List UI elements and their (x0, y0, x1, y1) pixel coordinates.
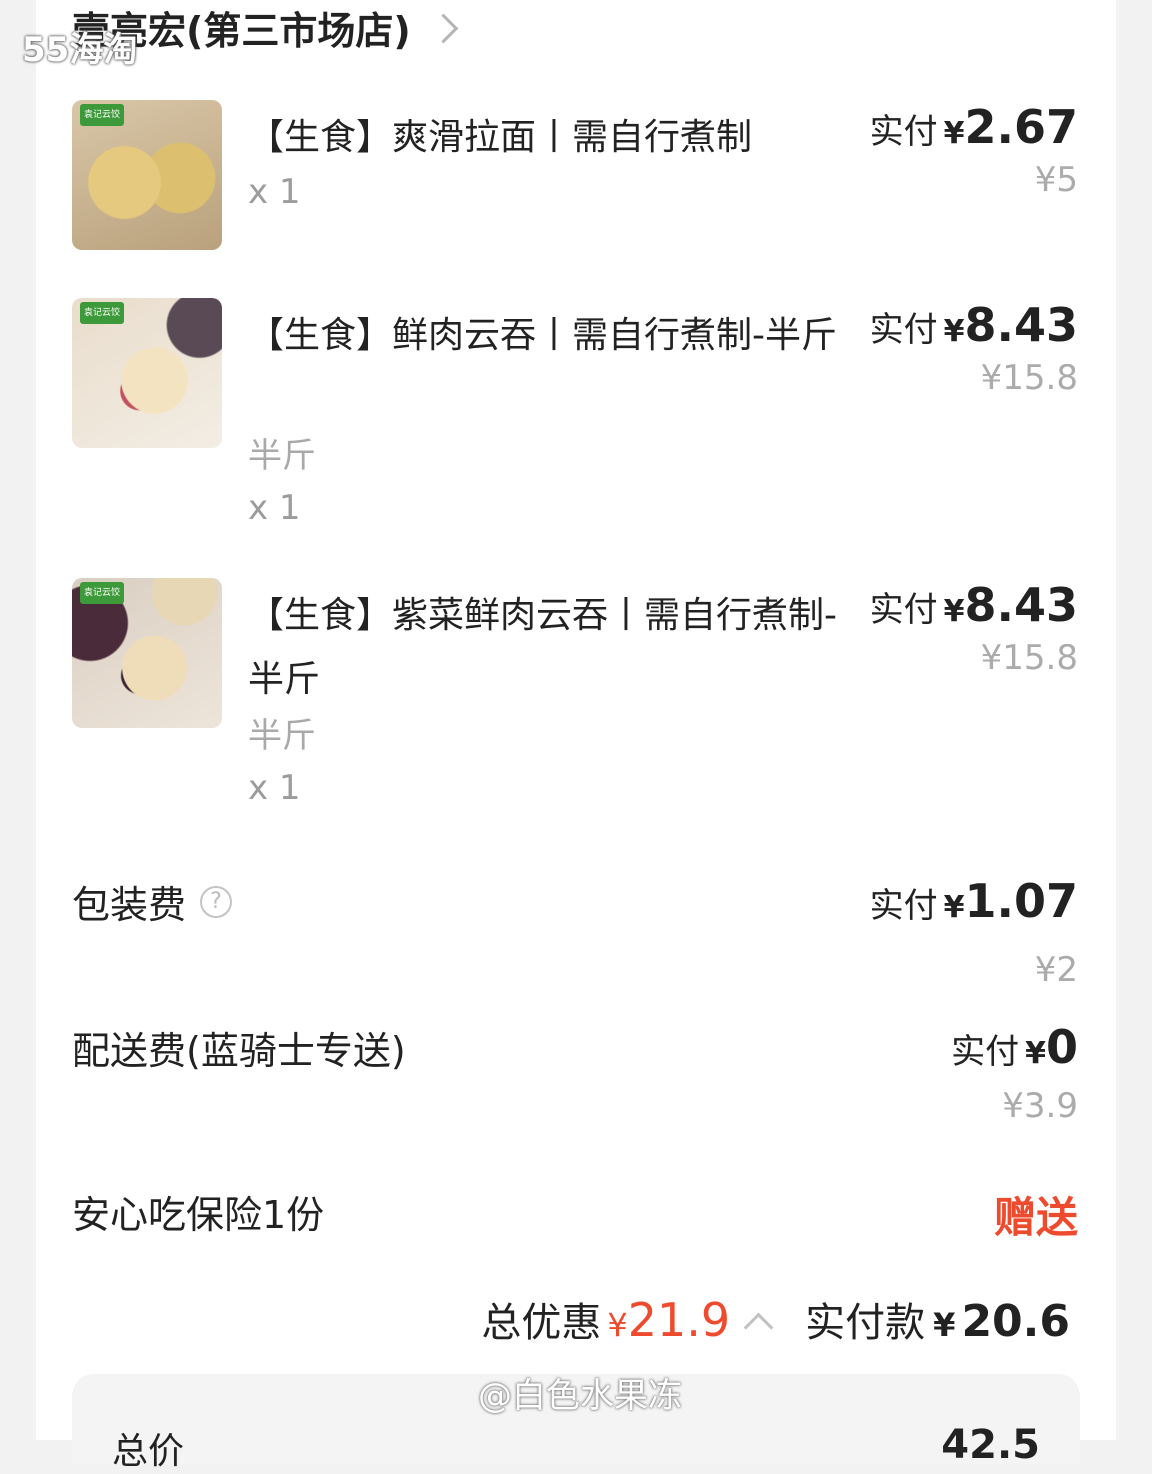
product-image-noodle: 袁记云饺 (72, 100, 222, 250)
pay-line: 实付 ¥8.43 (870, 298, 1078, 352)
product-image-seaweed-wonton: 袁记云饺 (72, 578, 222, 728)
total-label: 实付款 (805, 1300, 926, 1346)
brand-tag: 袁记云饺 (80, 104, 124, 126)
total-yen: ¥ (933, 1306, 956, 1344)
original-price: ¥15.8 (980, 358, 1078, 398)
price-column: 实付 ¥8.43 ¥15.8 (870, 298, 1078, 398)
help-icon[interactable]: ? (200, 885, 233, 918)
delivery-fee-label: 配送费(蓝骑士专送) (72, 1029, 406, 1073)
price-column: 实付 ¥8.43 ¥15.8 (870, 578, 1078, 678)
item-quantity: x 1 (248, 488, 301, 528)
insurance-row: 安心吃保险1份 赠送 (72, 1184, 1078, 1244)
discount-amount: 21.9 (627, 1293, 731, 1347)
packaging-fee-row: 包装费 ? 实付 ¥1.07 ¥2 (72, 874, 1078, 990)
item-title: 【生食】爽滑拉面丨需自行煮制 (248, 117, 753, 158)
item-title: 【生食】紫菜鲜肉云吞丨需自行煮制-半斤 (248, 595, 837, 700)
brand-tag: 袁记云饺 (80, 302, 124, 324)
gift-badge: 赠送 (993, 1193, 1078, 1242)
yen-symbol: ¥ (1025, 1036, 1046, 1071)
packaging-fee-label: 包装费 ? (72, 874, 233, 929)
pay-amount: 8.43 (964, 298, 1079, 352)
original-price: ¥3.9 (1002, 1086, 1078, 1126)
watermark-top: 55海淘 (22, 30, 138, 70)
brand-tag: 袁记云饺 (80, 582, 124, 604)
chevron-right-icon (428, 13, 459, 43)
price-column: 实付 ¥0 ¥3.9 (951, 1020, 1078, 1126)
yen-symbol: ¥ (943, 594, 965, 629)
pay-amount: 8.43 (964, 578, 1079, 632)
pay-label: 实付 (869, 310, 938, 350)
discount-label: 总优惠 (481, 1300, 602, 1346)
product-image-wonton: 袁记云饺 (72, 298, 222, 448)
pay-label: 实付 (951, 1032, 1020, 1072)
breakdown-value: 42.5 (941, 1422, 1040, 1468)
item-quantity: x 1 (248, 768, 301, 808)
delivery-fee-row: 配送费(蓝骑士专送) 实付 ¥0 ¥3.9 (72, 1020, 1078, 1130)
pay-amount: 2.67 (964, 100, 1079, 154)
pay-label: 实付 (869, 590, 938, 630)
pay-amount: 1.07 (964, 874, 1079, 928)
original-price: ¥2 (1034, 950, 1078, 990)
pay-label: 实付 (869, 886, 938, 926)
yen-symbol: ¥ (943, 314, 965, 349)
pay-line: 实付 ¥0 (951, 1020, 1078, 1074)
pay-label: 实付 (869, 112, 938, 152)
item-spec: 半斤 (248, 716, 316, 756)
pay-amount: 0 (1045, 1020, 1078, 1074)
fee-label-text: 包装费 (72, 883, 187, 927)
yen-symbol: ¥ (943, 116, 965, 151)
insurance-label: 安心吃保险1份 (72, 1193, 325, 1237)
item-title: 【生食】鲜肉云吞丨需自行煮制-半斤 (248, 315, 837, 356)
total-amount: 20.6 (961, 1296, 1070, 1347)
pay-line: 实付 ¥8.43 (870, 578, 1078, 632)
price-column: 实付 ¥2.67 ¥5 (870, 100, 1078, 200)
chevron-up-icon[interactable] (743, 1312, 774, 1343)
pay-line: 实付 ¥2.67 (870, 100, 1078, 154)
order-item[interactable]: 袁记云饺 【生食】爽滑拉面丨需自行煮制 x 1 实付 ¥2.67 ¥5 (72, 100, 1078, 260)
original-price: ¥15.8 (980, 638, 1078, 678)
price-column: 实付 ¥1.07 ¥2 (870, 874, 1078, 990)
order-item[interactable]: 袁记云饺 【生食】紫菜鲜肉云吞丨需自行煮制-半斤 半斤 x 1 实付 ¥8.43 … (72, 578, 1078, 818)
watermark-bottom: @白色水果冻 (478, 1376, 682, 1416)
item-spec: 半斤 (248, 436, 316, 476)
discount-yen: ¥ (607, 1306, 628, 1344)
breakdown-label: 总价 (112, 1431, 185, 1472)
order-summary: 总优惠 ¥21.9 实付款 ¥20.6 (0, 1290, 1078, 1348)
order-item[interactable]: 袁记云饺 【生食】鲜肉云吞丨需自行煮制-半斤 半斤 x 1 实付 ¥8.43 ¥1… (72, 298, 1078, 538)
item-quantity: x 1 (248, 172, 301, 212)
original-price: ¥5 (1034, 160, 1078, 200)
pay-line: 实付 ¥1.07 (870, 874, 1078, 928)
yen-symbol: ¥ (943, 890, 965, 925)
